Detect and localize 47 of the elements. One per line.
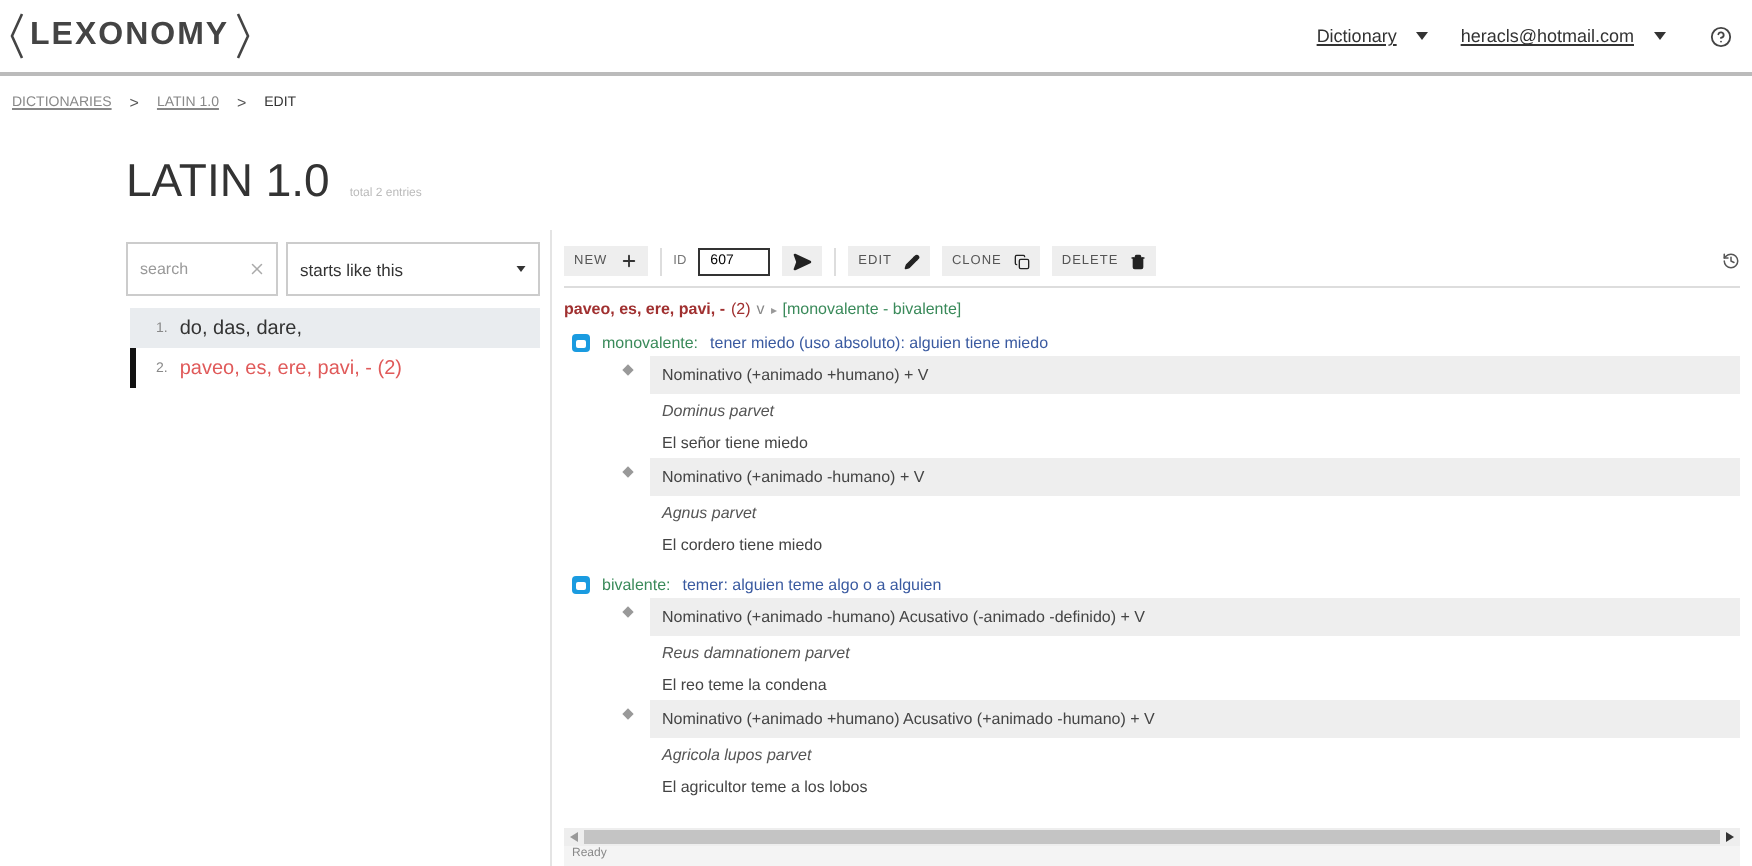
sense-label: monovalente: bbox=[602, 334, 699, 352]
latin-example: Dominus parvet bbox=[660, 400, 777, 424]
syntactic-pattern: Nominativo (+animado -humano) + V bbox=[650, 458, 1740, 496]
entry-headword: paveo, es, ere, pavi, - (2) bbox=[179, 357, 403, 379]
breadcrumb-separator: > bbox=[236, 94, 247, 112]
sense-label: bivalente: bbox=[602, 576, 671, 594]
syntactic-pattern: Nominativo (+animado +humano) + V bbox=[650, 356, 1740, 394]
valency-label: [monovalente - bivalente] bbox=[782, 300, 962, 318]
headword: paveo, es, ere, pavi, - bbox=[564, 300, 725, 318]
trash-icon bbox=[1130, 253, 1147, 269]
homograph-number: (2) bbox=[730, 300, 751, 318]
history-icon[interactable] bbox=[1722, 252, 1740, 270]
menu-link[interactable]: Dictionary bbox=[1316, 26, 1397, 46]
caret-icon[interactable] bbox=[1416, 32, 1429, 40]
caret-icon bbox=[516, 266, 526, 272]
copy-icon bbox=[1013, 253, 1030, 269]
latin-example: Agricola lupos parvet bbox=[659, 744, 814, 768]
search-mode-dropdown[interactable]: starts like this bbox=[286, 242, 540, 296]
translation: El señor tiene miedo bbox=[660, 432, 810, 456]
logo[interactable]: LEXONOMY bbox=[30, 18, 230, 54]
menu-link[interactable]: heracls@hotmail.com bbox=[1460, 26, 1634, 46]
search-field[interactable]: search bbox=[126, 242, 278, 296]
horizontal-scrollbar[interactable] bbox=[564, 828, 1740, 846]
help-icon[interactable] bbox=[1710, 25, 1732, 47]
caret-icon[interactable] bbox=[1654, 32, 1666, 40]
scroll-right-icon[interactable] bbox=[1726, 832, 1734, 842]
latin-example: Reus damnationem parvet bbox=[660, 642, 852, 666]
left-angle-icon bbox=[8, 12, 24, 60]
send-icon bbox=[792, 251, 813, 271]
entry-headword: do, das, dare, bbox=[179, 317, 302, 339]
sense-definition: tener miedo (uso absoluto): alguien tiene miedo bbox=[710, 334, 1049, 352]
plus-icon bbox=[619, 252, 638, 270]
latin-example: Agnus parvet bbox=[659, 502, 759, 526]
part-of-speech: v bbox=[756, 300, 765, 318]
translation: El reo teme la condena bbox=[660, 674, 829, 698]
sense-icon[interactable] bbox=[572, 334, 590, 352]
translation: El cordero tiene miedo bbox=[660, 534, 825, 558]
translation: El agricultor teme a los lobos bbox=[660, 776, 870, 800]
breadcrumb-separator: > bbox=[129, 94, 139, 112]
pencil-icon bbox=[903, 253, 920, 269]
sense-icon[interactable] bbox=[572, 576, 590, 594]
right-angle-icon bbox=[235, 12, 252, 60]
dictionary-title: LATIN 1.0 bbox=[126, 154, 330, 208]
sense-definition: temer: alguien teme algo o a alguien bbox=[682, 576, 942, 594]
syntactic-pattern: Nominativo (+animado +humano) Acusativo (+animado -humano) + V bbox=[650, 700, 1740, 738]
go-button[interactable] bbox=[782, 246, 823, 276]
syntactic-pattern: Nominativo (+animado -humano) Acusativo (-animado -definido) + V bbox=[650, 598, 1740, 636]
